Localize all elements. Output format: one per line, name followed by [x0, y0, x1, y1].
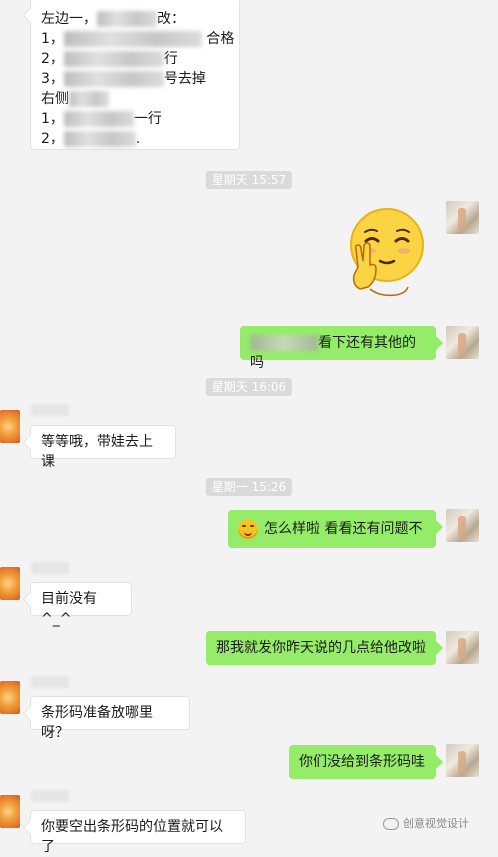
- message-line: 2，行: [41, 51, 178, 67]
- wechat-icon: [383, 818, 399, 830]
- redacted-text: [63, 131, 136, 147]
- message-bubble-received[interactable]: 目前没有^_^: [30, 582, 132, 627]
- message-bubble-received[interactable]: 等等哦，带娃去上课: [30, 425, 176, 470]
- message-bubble-sent[interactable]: 看下还有其他的吗: [240, 326, 436, 371]
- redacted-text: [63, 51, 164, 67]
- avatar[interactable]: [0, 410, 20, 443]
- avatar[interactable]: [446, 744, 479, 777]
- message-bubble-sent[interactable]: 你们没给到条形码哇: [289, 745, 436, 779]
- smiling-emoji-icon: [238, 519, 258, 539]
- avatar[interactable]: [0, 681, 20, 714]
- redacted-text: [97, 11, 157, 27]
- message-bubble-received[interactable]: 条形码准备放哪里呀？: [30, 696, 190, 741]
- relieved-face-sticker-icon[interactable]: [340, 205, 434, 305]
- message-line: 2，.: [41, 131, 141, 147]
- avatar[interactable]: [446, 326, 479, 359]
- timestamp: 星期天 16:06: [205, 378, 293, 396]
- sender-name-redacted: [31, 676, 69, 688]
- message-bubble-received[interactable]: 你要空出条形码的位置就可以了: [30, 810, 246, 855]
- avatar[interactable]: [0, 795, 20, 828]
- timestamp: 星期天 15:57: [205, 171, 293, 189]
- watermark: 创意视觉设计: [383, 815, 469, 831]
- message-line: 左边一， 改：: [41, 11, 185, 27]
- avatar[interactable]: [446, 201, 479, 234]
- redacted-text: [250, 335, 318, 351]
- message-line: 1， 一行: [41, 111, 162, 127]
- avatar[interactable]: [0, 567, 20, 600]
- avatar[interactable]: [446, 631, 479, 664]
- message-line: 1， 合格: [41, 31, 235, 47]
- message-line: 右侧: [41, 89, 229, 109]
- sender-name-redacted: [31, 404, 69, 416]
- redacted-text: [69, 91, 109, 107]
- message-bubble-sent[interactable]: 那我就发你昨天说的几点给他改啦: [206, 631, 436, 665]
- sender-name-redacted: [31, 790, 69, 802]
- timestamp: 星期一 15:26: [205, 478, 293, 496]
- sender-name-redacted: [31, 562, 69, 574]
- avatar[interactable]: [446, 509, 479, 542]
- redacted-text: [63, 111, 134, 127]
- message-line: 3， 号去掉: [41, 71, 206, 87]
- message-bubble-received-list[interactable]: 左边一， 改： 1， 合格 2，行 3， 号去掉 右侧 1， 一行 2，.: [30, 0, 240, 150]
- message-bubble-sent[interactable]: 怎么样啦 看看还有问题不: [228, 510, 436, 548]
- redacted-text: [63, 71, 164, 87]
- redacted-text: [63, 31, 202, 47]
